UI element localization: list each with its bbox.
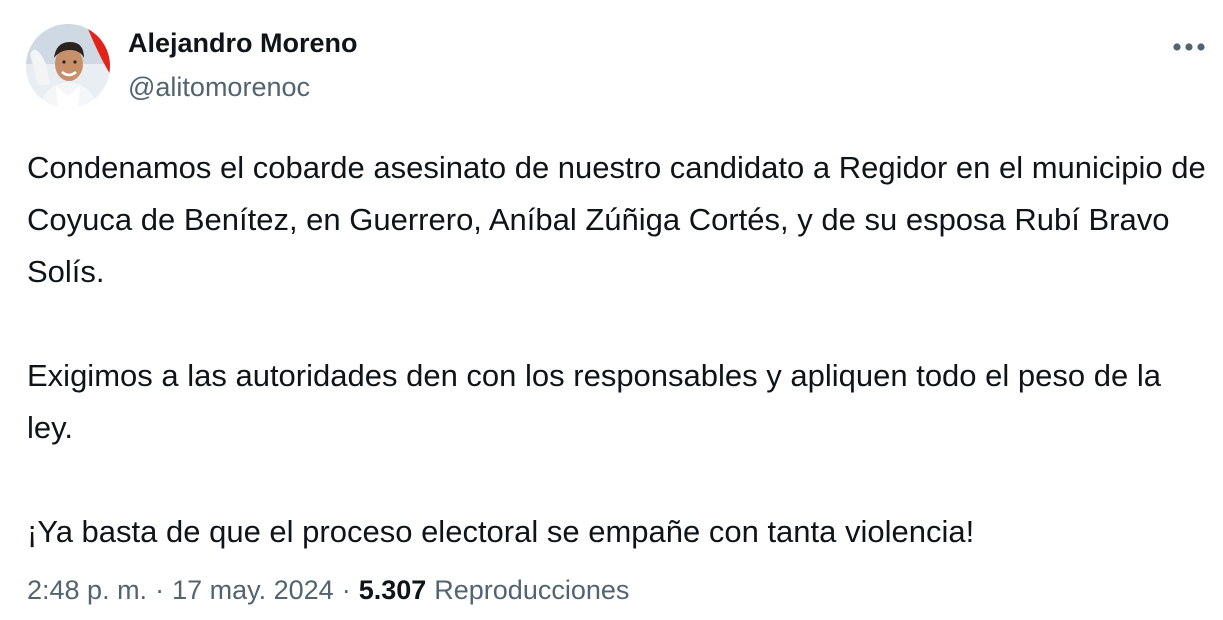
- tweet-text: Condenamos el cobarde asesinato de nuest…: [27, 142, 1212, 558]
- tweet-meta: 2:48 p. m. · 17 may. 2024 · 5.307 Reprod…: [27, 575, 629, 606]
- views-count: 5.307: [358, 575, 427, 605]
- tweet-card: Alejandro Moreno @alitomorenoc Condenamo…: [0, 0, 1223, 620]
- more-options-button[interactable]: [1166, 30, 1212, 64]
- tweet-paragraph: Condenamos el cobarde asesinato de nuest…: [27, 150, 1206, 289]
- tweet-timestamp-time[interactable]: 2:48 p. m.: [27, 575, 147, 606]
- meta-separator: ·: [341, 575, 351, 605]
- tweet-paragraph: ¡Ya basta de que el proceso electoral se…: [27, 514, 975, 549]
- avatar-photo: [26, 24, 110, 108]
- author-avatar[interactable]: [26, 24, 110, 108]
- views-label: Reproducciones: [434, 575, 630, 605]
- author-display-name[interactable]: Alejandro Moreno: [128, 28, 358, 59]
- tweet-paragraph: Exigimos a las autoridades den con los r…: [27, 358, 1161, 445]
- meta-separator: ·: [155, 575, 165, 605]
- author-handle[interactable]: @alitomorenoc: [128, 72, 310, 103]
- more-horizontal-icon: [1173, 43, 1205, 51]
- tweet-timestamp-date[interactable]: 17 may. 2024: [172, 575, 334, 606]
